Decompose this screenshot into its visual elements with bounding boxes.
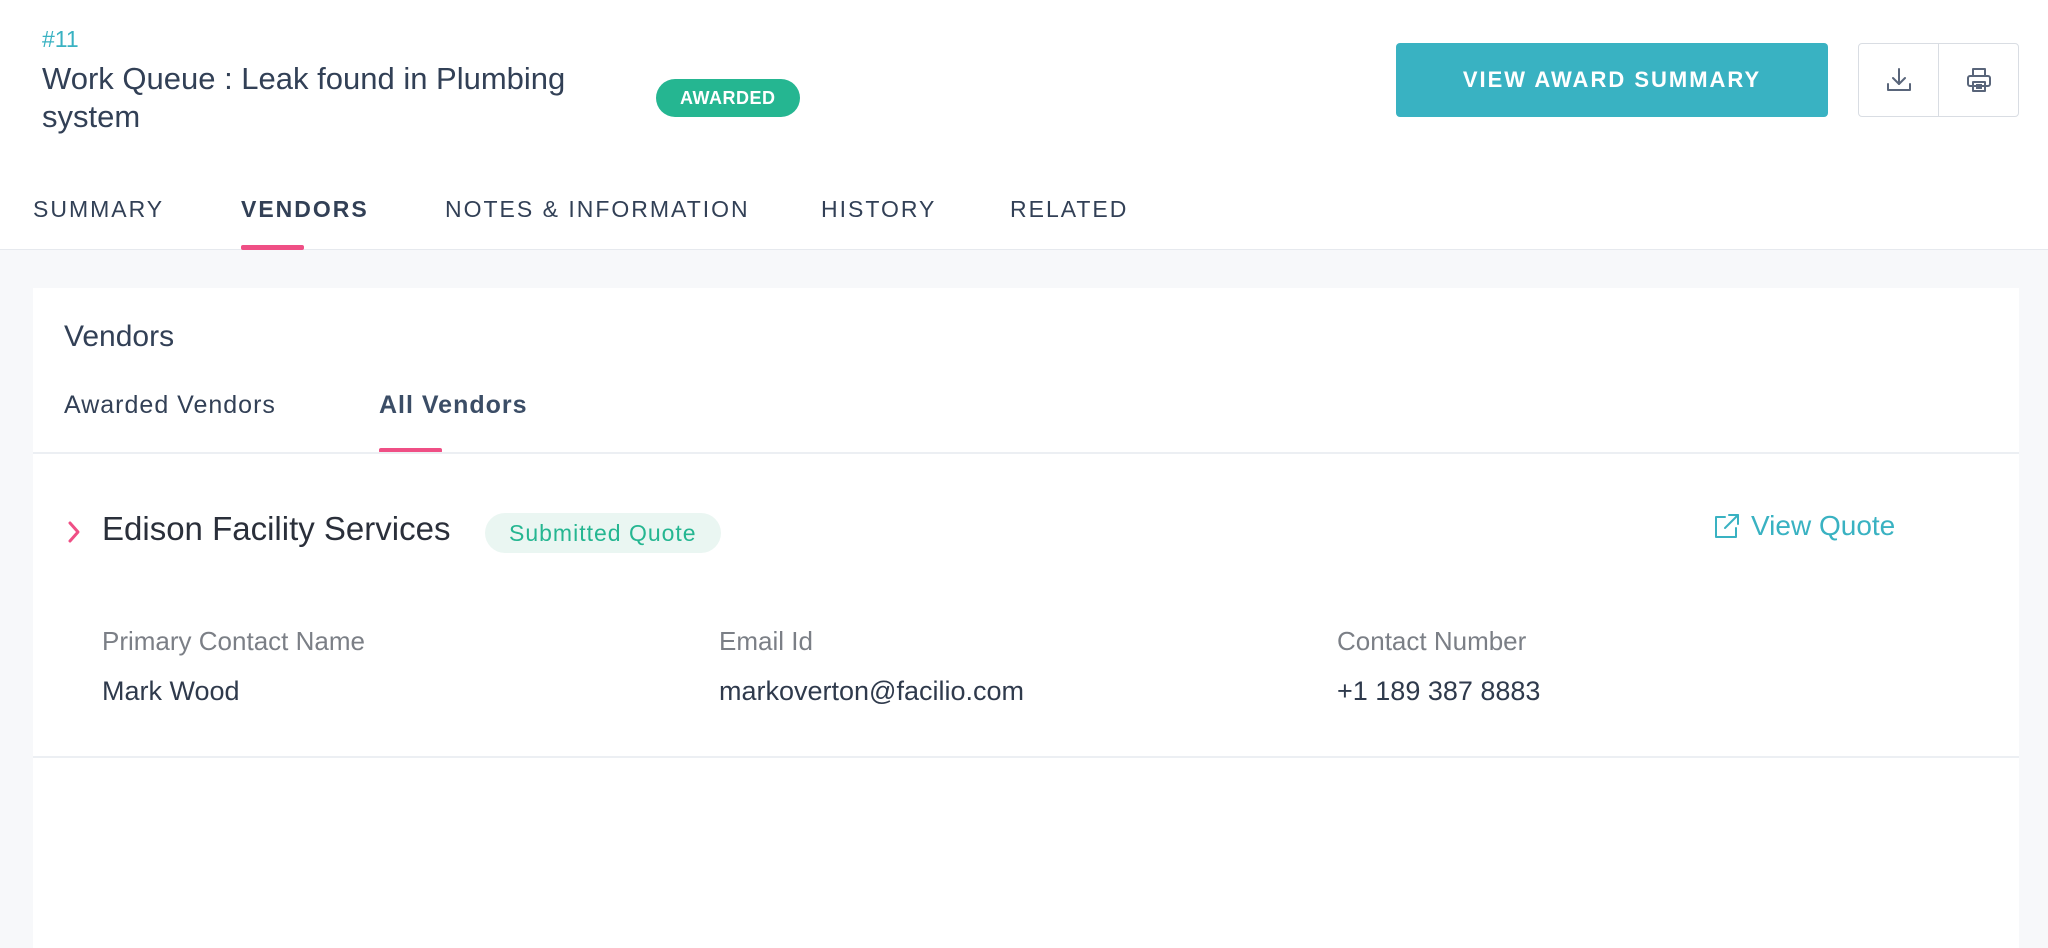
page-title: Work Queue : Leak found in Plumbing syst… [42,61,566,134]
active-tab-indicator [241,245,304,250]
view-quote-link[interactable]: View Quote [1713,510,1895,542]
external-link-icon [1715,514,1739,538]
vendor-status-badge: Submitted Quote [485,513,721,553]
tab-vendors[interactable]: VENDORS [241,196,369,223]
view-quote-label: View Quote [1751,510,1896,541]
contact-number-label: Contact Number [1337,626,1527,656]
chevron-right-icon[interactable] [65,518,83,551]
primary-contact-label: Primary Contact Name [102,626,365,656]
tab-notes-information[interactable]: NOTES & INFORMATION [445,196,750,223]
email-label: Email Id [719,626,813,656]
tab-summary[interactable]: SUMMARY [33,196,164,223]
status-badge: AWARDED [656,79,800,117]
tab-history[interactable]: HISTORY [821,196,936,223]
tab-related[interactable]: RELATED [1010,196,1128,223]
card-title: Vendors [64,320,175,353]
primary-contact-value: Mark Wood [102,676,240,706]
download-icon [1886,68,1911,91]
print-button[interactable] [1938,44,2018,116]
vendor-row: Edison Facility Services Submitted Quote… [33,454,2019,758]
print-icon [1966,68,1991,92]
vendor-name: Edison Facility Services [102,510,451,547]
record-id: #11 [42,26,79,52]
email-value: markoverton@facilio.com [719,676,1025,706]
view-award-summary-button[interactable]: VIEW AWARD SUMMARY [1396,43,1828,117]
header-action-group [1858,43,2019,117]
download-button[interactable] [1859,44,1938,116]
vendors-card: Vendors Awarded Vendors All Vendors Edis… [33,288,2019,948]
subtab-awarded-vendors[interactable]: Awarded Vendors [64,391,276,420]
page-header: #11 Work Queue : Leak found in Plumbing … [0,0,2048,250]
subtab-all-vendors[interactable]: All Vendors [379,391,528,420]
contact-number-value: +1 189 387 8883 [1337,676,1541,706]
